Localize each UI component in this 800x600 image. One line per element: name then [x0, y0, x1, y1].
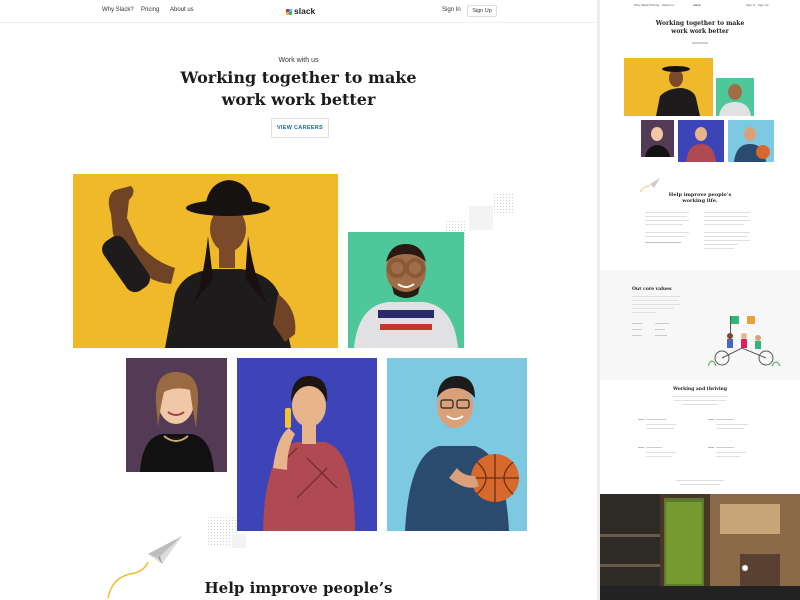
dot-pattern	[493, 193, 515, 215]
view-careers-button[interactable]: VIEW CAREERS	[271, 118, 329, 138]
thumb-text-line	[645, 236, 685, 238]
thumb-text-line	[708, 419, 714, 421]
thumb-text-line	[708, 447, 714, 449]
thumb-logo[interactable]: slack	[693, 3, 701, 7]
thumb-nav-pricing[interactable]: Pricing	[650, 3, 659, 7]
top-nav: Why Slack? Pricing About us slack Sign I…	[0, 0, 597, 23]
thumb-hero-title: Working together to make work work bette…	[600, 20, 800, 36]
thumb-text-line	[632, 312, 656, 314]
photo-man-basketball	[387, 358, 527, 531]
sign-up-button[interactable]: Sign Up	[467, 5, 497, 17]
slack-logo[interactable]: slack	[286, 6, 315, 16]
careers-page: Why Slack? Pricing About us slack Sign I…	[0, 0, 597, 600]
sign-in-link[interactable]: Sign In	[442, 7, 461, 13]
thumb-text-line	[716, 424, 748, 426]
photo-man-goggles	[348, 232, 464, 348]
thumb-help-title-line-2: working life.	[682, 198, 718, 204]
thumb-text-line	[680, 484, 720, 486]
thumb-text-line	[672, 396, 728, 398]
thumb-text-line	[645, 216, 687, 218]
thumb-text-line	[645, 220, 689, 222]
decor-square	[469, 206, 493, 230]
thumb-text-line	[646, 456, 672, 458]
thumb-text-line	[632, 323, 642, 325]
thumb-text-line	[632, 300, 678, 302]
thumb-text-line	[655, 335, 667, 337]
thumb-text-line	[716, 456, 740, 458]
thumb-photo-green	[716, 78, 754, 116]
thumb-text-line	[704, 248, 734, 250]
hero-title-line-2: work work better	[221, 90, 376, 109]
photo-woman-smiling	[126, 358, 227, 472]
thumb-photo-yellow	[624, 58, 713, 116]
thumb-hero-title-line-2: work work better	[671, 28, 729, 35]
eyebrow-text: Work with us	[278, 57, 319, 64]
hero-title: Working together to make work work bette…	[0, 67, 597, 111]
thumb-text-line	[704, 224, 744, 226]
thumb-text-line	[645, 212, 689, 214]
thumb-text-line	[632, 304, 680, 306]
thumb-text-line	[704, 232, 750, 234]
page-thumbnail: Why Slack? Pricing About us slack Sign I…	[600, 0, 800, 600]
thumb-text-line	[716, 419, 734, 421]
thumb-nav-why-slack[interactable]: Why Slack?	[634, 3, 650, 7]
thumb-text-line	[674, 400, 726, 402]
thumb-text-line	[646, 452, 676, 454]
logo-text: slack	[294, 6, 316, 16]
thumb-text-line	[646, 447, 662, 449]
thumb-text-line	[704, 240, 750, 242]
thumb-text-line	[646, 419, 666, 421]
thumb-text-line	[632, 329, 642, 331]
nav-link-why-slack[interactable]: Why Slack?	[102, 7, 134, 13]
thumb-photo-plum	[641, 120, 674, 157]
thumb-bicycle-illustration	[708, 315, 781, 367]
slack-logo-icon	[286, 9, 292, 15]
thumb-text-line	[716, 447, 734, 449]
thumb-office-photo	[600, 494, 800, 600]
thumb-text-line	[638, 447, 644, 449]
thumb-text-line	[645, 224, 683, 226]
thumb-text-line	[655, 329, 665, 331]
thumb-text-line	[646, 428, 674, 430]
thumb-text-line	[704, 212, 750, 214]
thumb-text-line	[632, 308, 674, 310]
thumb-text-line	[716, 428, 744, 430]
thumb-text-line	[704, 244, 738, 246]
thumb-text-line	[646, 424, 676, 426]
section-title-help: Help improve people’s	[204, 579, 393, 597]
thumb-hero-title-line-1: Working together to make	[655, 20, 745, 27]
thumb-text-line	[716, 452, 746, 454]
nav-link-pricing[interactable]: Pricing	[141, 7, 159, 13]
thumb-sign-in[interactable]: Sign In	[746, 3, 755, 7]
photo-man-phone	[237, 358, 377, 531]
decor-square	[232, 534, 246, 548]
thumb-text-line	[676, 480, 724, 482]
thumb-text-line	[704, 236, 748, 238]
thumb-text-line	[704, 216, 748, 218]
thumb-text-line	[638, 419, 644, 421]
thumb-text-line	[682, 404, 718, 406]
thumb-help-title: Help improve people’s working life.	[600, 192, 800, 204]
thumb-text-line	[632, 335, 642, 337]
thumb-text-line	[632, 296, 680, 298]
thumb-photo-sky	[728, 120, 774, 162]
thumb-thriving-title: Working and thriving	[673, 387, 727, 392]
thumb-photo-blue	[678, 120, 724, 162]
thumb-nav-about[interactable]: About us	[662, 3, 674, 7]
screenshot-stage: Why Slack? Pricing About us slack Sign I…	[0, 0, 800, 600]
thumb-values-title: Our core values	[632, 287, 672, 292]
nav-link-about[interactable]: About us	[170, 7, 194, 13]
thumb-text-line	[645, 232, 689, 234]
thumb-text-line	[645, 242, 681, 244]
thumb-cta[interactable]	[692, 42, 708, 44]
photo-woman-hat	[73, 174, 338, 348]
thumb-sign-up[interactable]: Sign Up	[758, 3, 769, 7]
hero-title-line-1: Working together to make	[180, 68, 417, 87]
thumb-text-line	[704, 220, 750, 222]
thumb-text-line	[655, 323, 669, 325]
